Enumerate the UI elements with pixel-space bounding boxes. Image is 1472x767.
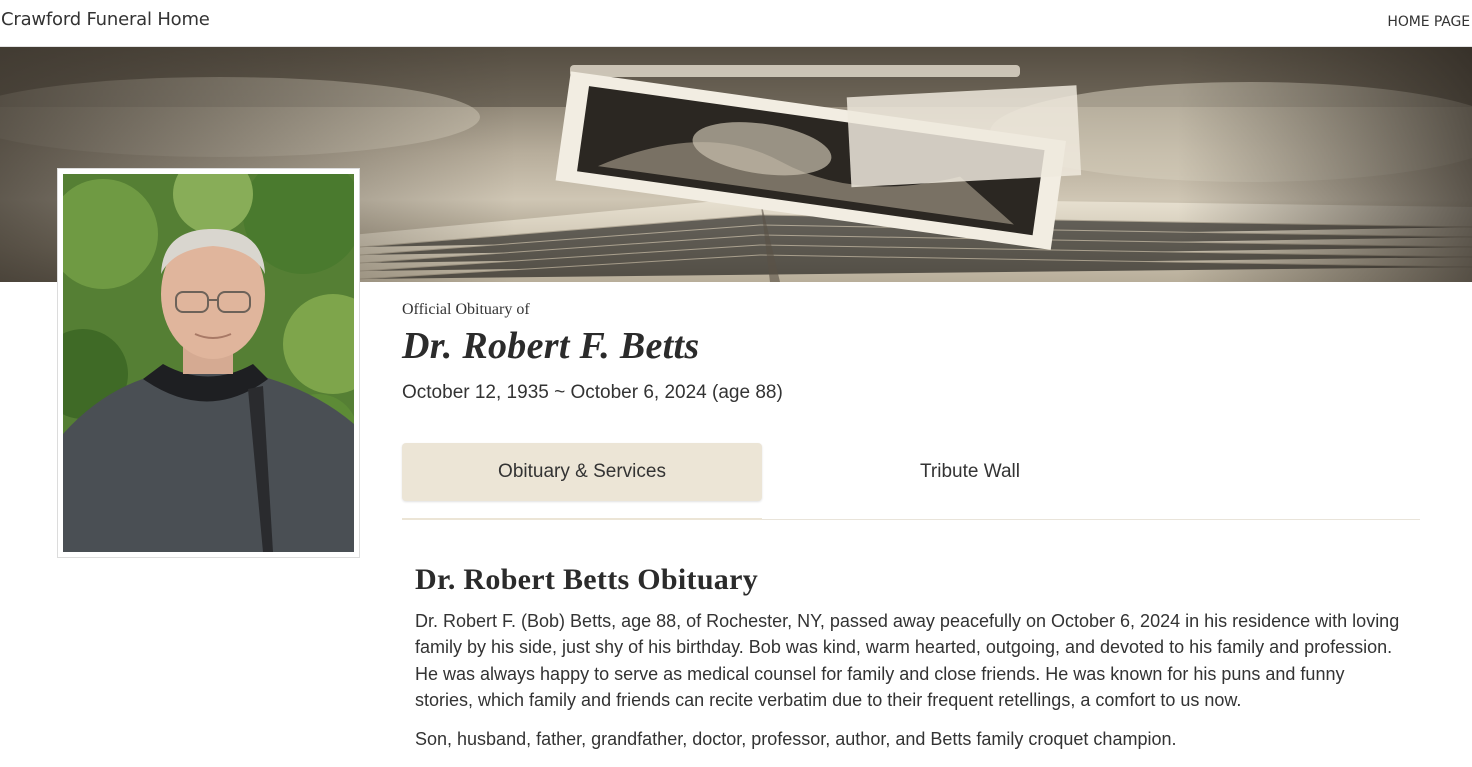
active-tab-underline: [402, 518, 762, 520]
portrait-illustration: [63, 174, 354, 552]
obituary-paragraph: Dr. Robert F. (Bob) Betts, age 88, of Ro…: [415, 611, 1400, 710]
obituary-paragraph: Son, husband, father, grandfather, docto…: [415, 729, 1177, 749]
top-nav-bar: Crawford Funeral Home HOME PAGE: [0, 0, 1472, 47]
tab-bar: Obituary & Services Tribute Wall: [402, 443, 1420, 520]
life-dates: October 12, 1935 ~ October 6, 2024 (age …: [402, 382, 783, 403]
home-page-link[interactable]: HOME PAGE: [1387, 14, 1470, 30]
tab-tribute-wall[interactable]: Tribute Wall: [792, 443, 1148, 501]
obituary-kicker: Official Obituary of: [402, 301, 530, 318]
brand-link[interactable]: Crawford Funeral Home: [1, 9, 210, 30]
portrait-frame: [57, 168, 360, 558]
tab-obituary-services[interactable]: Obituary & Services: [402, 443, 762, 501]
portrait-photo: [63, 174, 354, 552]
deceased-name: Dr. Robert F. Betts: [402, 325, 700, 367]
obituary-title: Dr. Robert Betts Obituary: [415, 563, 759, 596]
